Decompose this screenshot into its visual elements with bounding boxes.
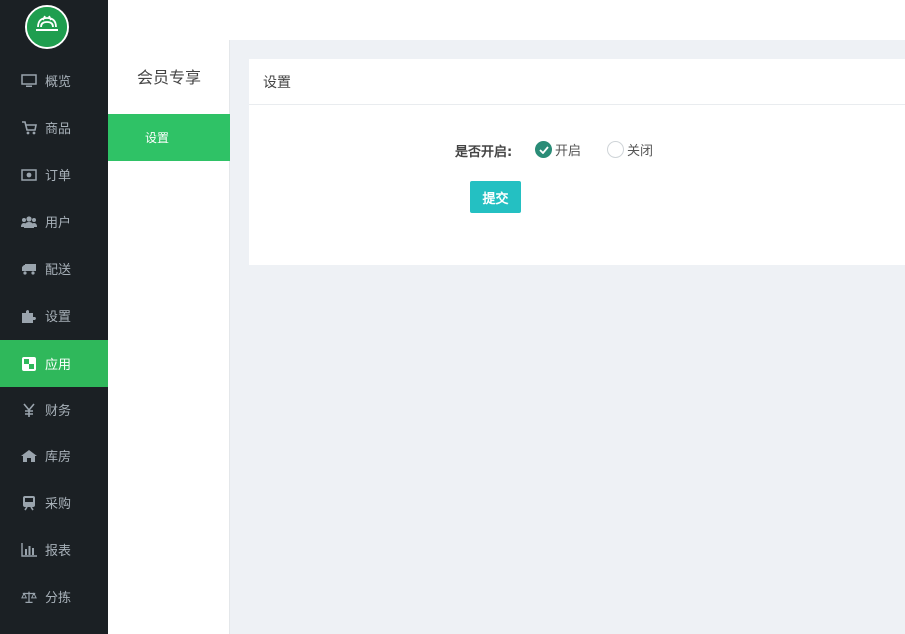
radio-checked-icon[interactable] <box>535 141 552 158</box>
enable-field-label: 是否开启: <box>455 145 513 160</box>
brand-logo[interactable] <box>25 5 69 49</box>
sidebar-item-label: 库房 <box>45 450 72 465</box>
yen-icon <box>21 402 37 418</box>
sidebar-item-label: 配送 <box>45 263 72 278</box>
truck-icon <box>21 261 37 277</box>
subnav-title: 会员专享 <box>136 68 201 87</box>
radio-disable[interactable]: 关闭 <box>607 140 653 159</box>
sidebar-item-label: 用户 <box>45 216 72 231</box>
apps-icon <box>21 356 37 372</box>
settings-panel: 设置 是否开启: 开启 关闭 提交 <box>249 59 905 265</box>
sidebar-item-settings[interactable]: 设置 <box>0 292 108 339</box>
sidebar: 概览 商品 订单 用户 配送 设置 应用 财务 库房 采购 报表 分拣 <box>0 0 108 634</box>
sub-navigation: 会员专享 设置 <box>108 40 230 634</box>
sidebar-item-apps[interactable]: 应用 <box>0 340 108 387</box>
radio-disable-label: 关闭 <box>627 144 654 159</box>
puzzle-icon <box>21 308 37 324</box>
submit-button[interactable]: 提交 <box>470 181 521 213</box>
subnav-item-label: 设置 <box>145 131 170 145</box>
train-icon <box>21 495 37 511</box>
radio-enable[interactable]: 开启 <box>535 140 581 159</box>
bar-chart-icon <box>21 542 37 558</box>
scale-icon <box>21 589 37 605</box>
sidebar-item-warehouse[interactable]: 库房 <box>0 432 108 479</box>
panel-title: 设置 <box>249 59 905 105</box>
sidebar-item-finance[interactable]: 财务 <box>0 386 108 433</box>
sidebar-item-overview[interactable]: 概览 <box>0 57 108 104</box>
home-icon <box>21 448 37 464</box>
radio-unchecked-icon[interactable] <box>607 141 624 158</box>
sidebar-item-label: 概览 <box>45 75 72 90</box>
sidebar-item-sorting[interactable]: 分拣 <box>0 573 108 620</box>
sidebar-item-purchase[interactable]: 采购 <box>0 479 108 526</box>
logo-emblem-icon <box>27 7 67 47</box>
sidebar-item-label: 报表 <box>45 544 72 559</box>
sidebar-item-label: 设置 <box>45 310 72 325</box>
sidebar-item-goods[interactable]: 商品 <box>0 104 108 151</box>
sidebar-item-reports[interactable]: 报表 <box>0 526 108 573</box>
cart-icon <box>21 120 37 136</box>
sidebar-item-label: 财务 <box>45 404 72 419</box>
sidebar-item-orders[interactable]: 订单 <box>0 151 108 198</box>
sidebar-item-label: 商品 <box>45 122 72 137</box>
sidebar-item-label: 订单 <box>45 169 72 184</box>
users-icon <box>21 214 37 230</box>
monitor-icon <box>21 73 37 89</box>
sidebar-item-label: 分拣 <box>45 591 72 606</box>
sidebar-item-label: 应用 <box>45 358 72 373</box>
sidebar-item-delivery[interactable]: 配送 <box>0 245 108 292</box>
subnav-item-settings[interactable]: 设置 <box>108 114 230 161</box>
sidebar-item-label: 采购 <box>45 497 72 512</box>
radio-enable-label: 开启 <box>555 144 582 159</box>
sidebar-item-users[interactable]: 用户 <box>0 198 108 245</box>
top-bar <box>108 0 905 40</box>
money-icon <box>21 167 37 183</box>
